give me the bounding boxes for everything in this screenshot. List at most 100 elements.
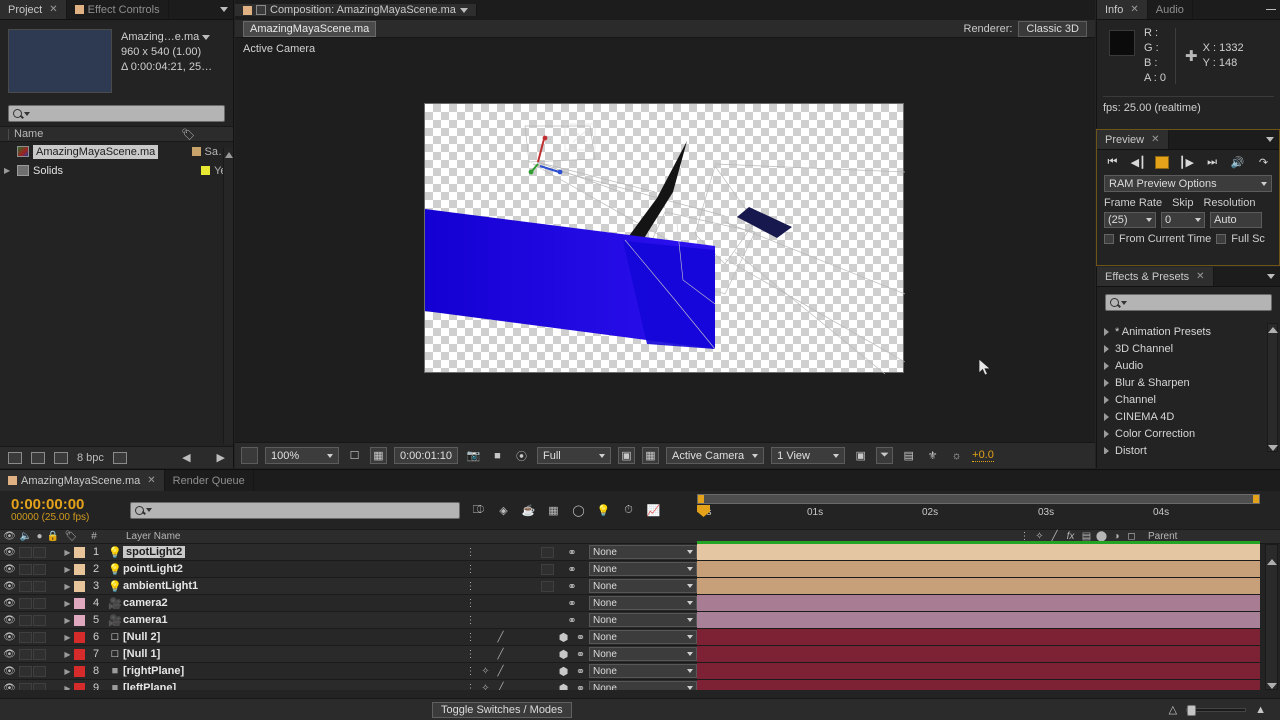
- parent-select[interactable]: None: [589, 596, 697, 610]
- switch-quality-icon[interactable]: ╱: [493, 666, 508, 677]
- twirl-icon[interactable]: ▶: [61, 565, 74, 574]
- panel-menu-icon[interactable]: [1261, 130, 1279, 149]
- panel-menu-icon[interactable]: [215, 0, 233, 19]
- exposure-icon[interactable]: ☼: [948, 447, 965, 464]
- composition-canvas[interactable]: [424, 103, 905, 374]
- layer-color-chip[interactable]: [74, 682, 85, 690]
- tab-audio[interactable]: Audio: [1147, 0, 1193, 19]
- scroll-up-icon[interactable]: [224, 151, 233, 158]
- timeline-icon[interactable]: ▤: [900, 447, 917, 464]
- comp-flowchart-icon[interactable]: ⚜: [924, 447, 941, 464]
- scroll-down-icon[interactable]: [1266, 683, 1277, 689]
- audio-toggle[interactable]: [19, 614, 32, 626]
- work-area-bar[interactable]: [697, 494, 1260, 504]
- layer-visibility-toggle[interactable]: 👁: [0, 632, 19, 643]
- lock-toggle[interactable]: [47, 649, 60, 660]
- twirl-icon[interactable]: ▶: [61, 667, 74, 676]
- solo-toggle[interactable]: [33, 580, 46, 592]
- audio-toggle[interactable]: [19, 665, 32, 677]
- panel-menu-icon[interactable]: [1262, 0, 1280, 19]
- scroll-up-icon[interactable]: [1266, 559, 1277, 565]
- parent-pickwhip-icon[interactable]: ⚭: [555, 614, 589, 627]
- effects-category-item[interactable]: * Animation Presets: [1097, 323, 1280, 340]
- switch-motion-blur-cell[interactable]: [541, 598, 554, 609]
- parent-select[interactable]: None: [589, 681, 697, 690]
- pixel-aspect-icon[interactable]: ▣: [852, 447, 869, 464]
- parent-pickwhip-icon[interactable]: ⚭: [572, 648, 589, 661]
- scroll-up-icon[interactable]: [1268, 327, 1278, 333]
- switch-shy-icon[interactable]: ⋮: [463, 564, 478, 575]
- work-area-start-handle[interactable]: [698, 495, 704, 503]
- layer-name[interactable]: ambientLight1: [123, 580, 198, 592]
- audio-toggle[interactable]: [19, 580, 32, 592]
- view-layout-select[interactable]: 1 View: [771, 447, 846, 464]
- switch-quality-icon[interactable]: ╱: [493, 649, 508, 660]
- twirl-icon[interactable]: ▶: [61, 582, 74, 591]
- lock-toggle[interactable]: [47, 598, 60, 609]
- effects-category-item[interactable]: Audio: [1097, 357, 1280, 374]
- play-button[interactable]: ┃▶: [1178, 155, 1195, 170]
- table-row[interactable]: 👁 ▶ 1 💡 spotLight2 ⋮ ⚭ None: [0, 544, 697, 561]
- solo-toggle[interactable]: [33, 614, 46, 626]
- transparency-grid-icon[interactable]: ▦: [642, 447, 659, 464]
- switch-motion-blur-cell[interactable]: [541, 683, 554, 691]
- parent-select[interactable]: None: [589, 664, 697, 678]
- chevron-down-icon[interactable]: [202, 35, 211, 40]
- tab-info[interactable]: Info ✕: [1097, 0, 1148, 19]
- hide-shy-layers-icon[interactable]: ☕: [520, 503, 537, 518]
- effects-category-item[interactable]: CINEMA 4D: [1097, 408, 1280, 425]
- parent-pickwhip-icon[interactable]: ⚭: [572, 665, 589, 678]
- project-column-name[interactable]: Name: [14, 128, 43, 140]
- layer-color-chip[interactable]: [74, 563, 85, 575]
- switch-shy-icon[interactable]: ⋮: [463, 615, 478, 626]
- layer-color-chip[interactable]: [74, 665, 85, 677]
- effects-category-item[interactable]: Blur & Sharpen: [1097, 374, 1280, 391]
- chevron-down-icon[interactable]: [459, 7, 468, 13]
- switch-collapse-icon[interactable]: ✧: [478, 666, 493, 677]
- grid-guides-icon[interactable]: ☐: [346, 447, 363, 464]
- layer-visibility-toggle[interactable]: 👁: [0, 598, 19, 609]
- graph-editor-icon[interactable]: 📈: [645, 503, 662, 518]
- effects-category-list[interactable]: * Animation Presets 3D Channel Audio Blu…: [1097, 323, 1280, 454]
- switch-shy-icon[interactable]: ⋮: [463, 581, 478, 592]
- layer-color-chip[interactable]: [74, 614, 85, 626]
- layer-name[interactable]: [Null 1]: [123, 648, 160, 660]
- interpret-footage-icon[interactable]: [8, 451, 22, 464]
- parent-select[interactable]: None: [589, 579, 697, 593]
- switch-3d-icon[interactable]: ⬢: [555, 648, 572, 661]
- frame-blending-icon[interactable]: ▦: [545, 503, 562, 518]
- switch-motion-blur-cell[interactable]: [541, 563, 554, 575]
- lock-icon[interactable]: [256, 5, 266, 15]
- project-search-input[interactable]: [8, 105, 225, 122]
- parent-select[interactable]: None: [589, 630, 697, 644]
- audio-toggle[interactable]: [19, 563, 32, 575]
- layer-visibility-toggle[interactable]: 👁: [0, 649, 19, 660]
- composition-name[interactable]: AmazingMayaScene.ma: [243, 20, 377, 37]
- switch-quality-icon[interactable]: ╱: [493, 632, 508, 643]
- twirl-icon[interactable]: ▶: [61, 548, 74, 557]
- parent-pickwhip-icon[interactable]: ⚭: [555, 597, 589, 610]
- lock-toggle[interactable]: [47, 564, 60, 575]
- tab-effects-presets[interactable]: Effects & Presets ✕: [1097, 267, 1214, 286]
- layer-duration-bar[interactable]: [697, 612, 1260, 629]
- parent-select[interactable]: None: [589, 545, 697, 559]
- twirl-icon[interactable]: ▶: [61, 633, 74, 642]
- close-icon[interactable]: ✕: [1130, 4, 1138, 15]
- audio-toggle[interactable]: [19, 546, 32, 558]
- layer-duration-bar[interactable]: [697, 578, 1260, 595]
- full-screen-checkbox[interactable]: [1216, 234, 1227, 244]
- layer-color-chip[interactable]: [74, 546, 85, 558]
- parent-select[interactable]: None: [589, 613, 697, 627]
- layer-visibility-toggle[interactable]: 👁: [0, 615, 19, 626]
- parent-pickwhip-icon[interactable]: ⚭: [555, 580, 589, 593]
- renderer-button[interactable]: Classic 3D: [1018, 20, 1087, 37]
- switch-shy-icon[interactable]: ⋮: [463, 683, 478, 691]
- work-area-end-handle[interactable]: [1253, 495, 1259, 503]
- frame-rate-select[interactable]: (25): [1104, 212, 1156, 228]
- switch-quality-icon[interactable]: ╱: [493, 683, 508, 691]
- audio-button[interactable]: 🔊: [1229, 155, 1246, 170]
- twirl-icon[interactable]: [1104, 395, 1109, 404]
- switch-motion-blur-cell[interactable]: [541, 615, 554, 626]
- tab-effect-controls[interactable]: Effect Controls: [66, 0, 169, 19]
- fast-previews-icon[interactable]: ⏷: [876, 447, 894, 464]
